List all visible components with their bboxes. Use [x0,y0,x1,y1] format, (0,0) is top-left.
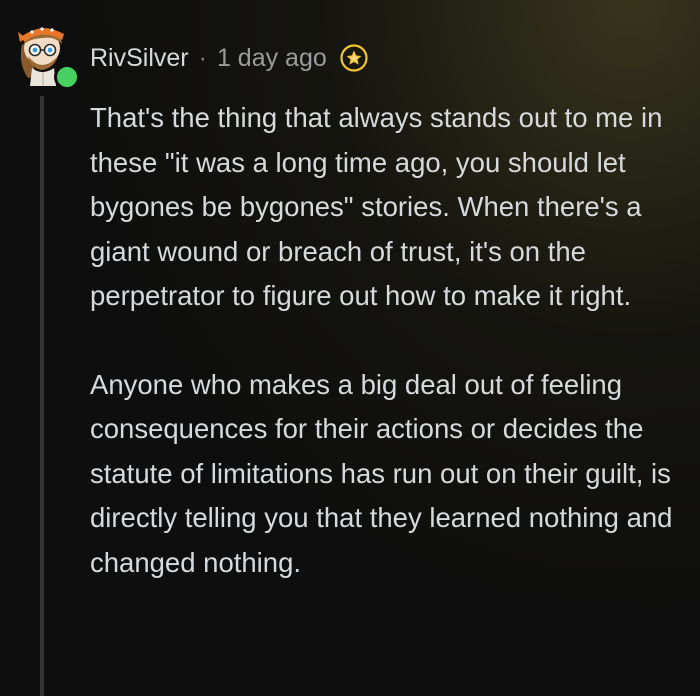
username-link[interactable]: RivSilver [90,44,189,73]
comment: RivSilver · 1 day ago That's the thing t… [0,0,700,696]
online-status-dot [54,64,80,90]
thread-line[interactable] [40,96,44,696]
comment-paragraph: That's the thing that always stands out … [90,102,663,311]
comment-paragraph: Anyone who makes a big deal out of feeli… [90,368,673,578]
comment-header: RivSilver · 1 day ago [90,38,369,78]
comment-timestamp[interactable]: 1 day ago [217,44,327,73]
header-separator: · [198,43,207,72]
award-icon[interactable] [339,43,369,73]
comment-body: That's the thing that always stands out … [90,96,680,585]
